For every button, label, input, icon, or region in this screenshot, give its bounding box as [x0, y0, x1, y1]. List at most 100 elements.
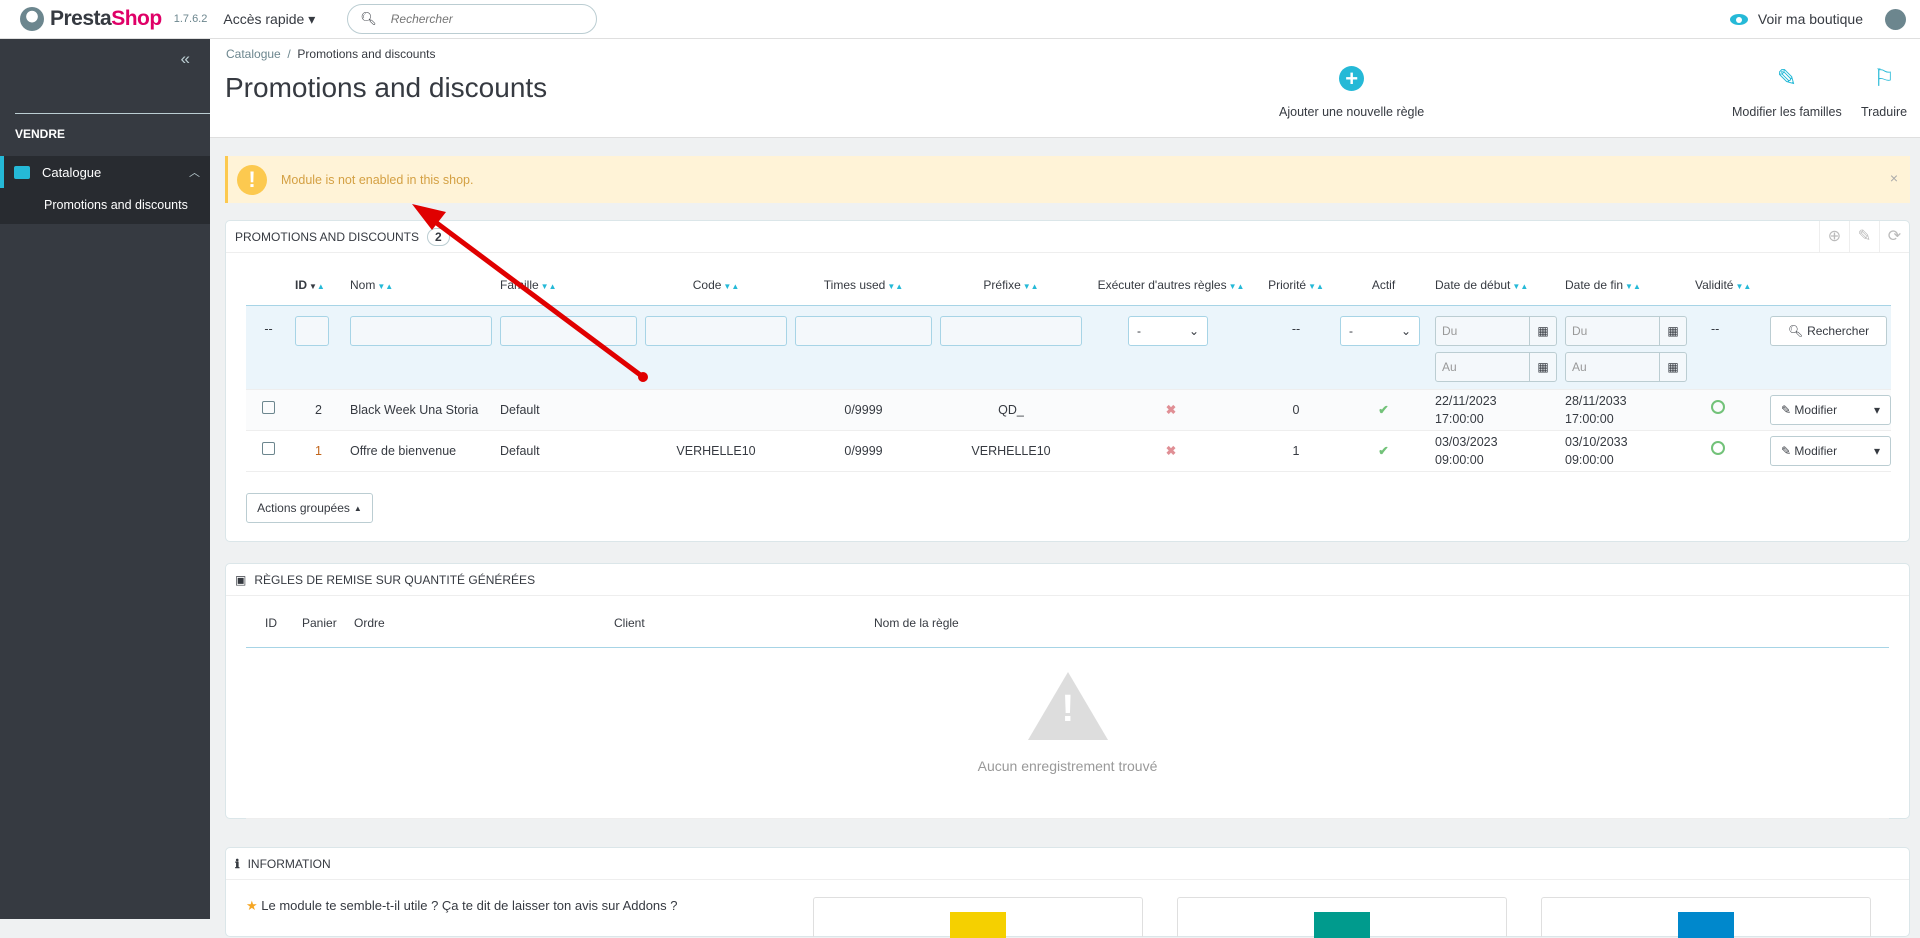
col-priorite[interactable]: Priorité ▼▲	[1256, 265, 1336, 305]
cell-family: Default	[496, 389, 641, 431]
alert-message: Module is not enabled in this shop.	[281, 172, 474, 187]
filter-end-to[interactable]: Au ▦	[1565, 351, 1687, 382]
cross-icon[interactable]: ✖	[1166, 444, 1176, 458]
check-icon[interactable]: ✔	[1378, 403, 1388, 417]
table-row[interactable]: 1 Offre de bienvenue Default VERHELLE10 …	[246, 430, 1891, 472]
col-label: Code	[692, 277, 722, 292]
warning-alert: ! Module is not enabled in this shop. ×	[225, 156, 1910, 203]
search-filter-button[interactable]: 🔍︎ Rechercher	[1770, 315, 1887, 346]
cell-end-date: 28/11/2033	[1565, 393, 1627, 408]
addons-review-text[interactable]: ★ Le module te semble-t-il utile ? Ça te…	[246, 898, 678, 914]
col-times-used[interactable]: Times used ▼▲	[791, 265, 936, 305]
sort-icon[interactable]: ▼▲	[1023, 282, 1039, 291]
col-label: Priorité	[1268, 277, 1307, 292]
row-checkbox[interactable]	[262, 400, 275, 414]
sort-icon[interactable]: ▼▲	[1625, 282, 1641, 291]
edit-families-button[interactable]: ✎ Modifier les familles	[1732, 63, 1842, 120]
cell-start-date: 22/11/2023	[1435, 393, 1497, 408]
bulk-actions-button[interactable]: Actions groupées ▲	[246, 493, 373, 523]
filter-executer-select[interactable]: - ⌄	[1128, 315, 1208, 346]
panel-title: Règles de remise sur quantité générées	[254, 572, 536, 587]
refresh-icon[interactable]: ⟳	[1879, 221, 1909, 253]
sort-icon[interactable]: ▼▲	[1308, 282, 1324, 291]
sidebar-section-vendre: VENDRE	[15, 127, 66, 141]
col-validite[interactable]: Validité ▼▲	[1691, 265, 1766, 305]
sort-icon[interactable]: ▼▲	[723, 282, 739, 291]
col-date-debut[interactable]: Date de début ▼▲	[1431, 265, 1561, 305]
filter-times-used-input[interactable]	[795, 315, 932, 346]
edit-icon[interactable]: ✎	[1849, 221, 1879, 253]
user-avatar-icon[interactable]	[1885, 8, 1906, 30]
filter-end-from[interactable]: Du ▦	[1565, 315, 1687, 346]
search-input[interactable]	[390, 12, 571, 26]
col-id[interactable]: ID ▼▲	[291, 265, 346, 305]
col-famille[interactable]: Famille ▼▲	[496, 265, 641, 305]
review-label: Le module te semble-t-il utile ? Ça te d…	[261, 898, 678, 913]
filter-id-input[interactable]	[295, 315, 329, 346]
filter-famille-input[interactable]	[500, 315, 637, 346]
module-card[interactable]	[1177, 897, 1507, 938]
module-card[interactable]	[1541, 897, 1871, 938]
view-shop-label: Voir ma boutique	[1757, 11, 1863, 27]
row-checkbox[interactable]	[262, 441, 275, 455]
filter-code-input[interactable]	[645, 315, 787, 346]
cross-icon[interactable]: ✖	[1166, 403, 1176, 417]
calendar-icon[interactable]: ▦	[1529, 316, 1556, 345]
quick-access-dropdown[interactable]: Accès rapide ▾	[223, 11, 315, 28]
breadcrumb-catalogue[interactable]: Catalogue	[226, 47, 281, 61]
edit-button[interactable]: ✎ Modifier ▾	[1770, 394, 1891, 425]
breadcrumb-current: Promotions and discounts	[297, 47, 436, 61]
sort-icon[interactable]: ▼▲	[1735, 282, 1751, 291]
sidebar-item-label: Catalogue	[42, 164, 102, 180]
filter-actif-select[interactable]: - ⌄	[1340, 315, 1420, 346]
cell-id: 2	[291, 389, 346, 431]
clock-icon	[1711, 400, 1725, 414]
translate-button[interactable]: ⚐ Traduire	[1861, 63, 1907, 120]
prestashop-logo[interactable]: PrestaShop 1.7.6.2	[20, 7, 207, 31]
add-rule-button[interactable]: + Ajouter une nouvelle règle	[1279, 63, 1424, 119]
col-date-fin[interactable]: Date de fin ▼▲	[1561, 265, 1691, 305]
edit-button[interactable]: ✎ Modifier ▾	[1770, 435, 1891, 466]
col-client: Client	[614, 616, 645, 630]
cell-name: Offre de bienvenue	[346, 430, 496, 472]
table-row[interactable]: 2 Black Week Una Storia Default 0/9999 Q…	[246, 389, 1891, 431]
edit-families-label: Modifier les familles	[1732, 105, 1842, 119]
cell-priority: 1	[1256, 430, 1336, 472]
sidebar-item-catalogue[interactable]: Catalogue ︿	[0, 156, 210, 188]
sort-icon[interactable]: ▼▲	[541, 282, 557, 291]
calendar-icon[interactable]: ▦	[1529, 352, 1556, 381]
col-executer[interactable]: Exécuter d'autres règles ▼▲	[1086, 265, 1256, 305]
sort-icon[interactable]: ▼▲	[309, 282, 325, 291]
add-icon[interactable]: ⊕	[1819, 221, 1849, 253]
cell-family: Default	[496, 430, 641, 472]
sort-icon[interactable]: ▼▲	[1229, 282, 1245, 291]
store-icon	[14, 165, 30, 179]
filter-prefixe-input[interactable]	[940, 315, 1082, 346]
view-shop-link[interactable]: Voir ma boutique	[1729, 11, 1863, 27]
caret-down-icon[interactable]: ▾	[1874, 401, 1880, 419]
col-code[interactable]: Code ▼▲	[641, 265, 791, 305]
col-label: Validité	[1695, 277, 1734, 292]
calendar-icon[interactable]: ▦	[1659, 352, 1686, 381]
filter-start-from[interactable]: Du ▦	[1435, 315, 1557, 346]
sort-icon[interactable]: ▼▲	[377, 282, 393, 291]
check-icon[interactable]: ✔	[1378, 444, 1388, 458]
filter-start-to[interactable]: Au ▦	[1435, 351, 1557, 382]
search-box[interactable]: 🔍︎	[347, 4, 598, 34]
module-card[interactable]	[813, 897, 1143, 938]
filter-nom-input[interactable]	[350, 315, 492, 346]
info-icon: ℹ	[235, 856, 240, 871]
sidebar: « VENDRE Catalogue ︿ Promotions and disco…	[0, 39, 210, 919]
version: 1.7.6.2	[173, 13, 208, 25]
collapse-sidebar-icon[interactable]: «	[181, 49, 190, 69]
close-alert-button[interactable]: ×	[1890, 170, 1898, 186]
col-prefixe[interactable]: Préfixe ▼▲	[936, 265, 1086, 305]
col-nom[interactable]: Nom ▼▲	[346, 265, 496, 305]
sort-icon[interactable]: ▼▲	[887, 282, 903, 291]
cell-end-time: 09:00:00	[1565, 452, 1614, 467]
sort-icon[interactable]: ▼▲	[1512, 282, 1528, 291]
calendar-icon[interactable]: ▦	[1659, 316, 1686, 345]
brand-text: Presta	[50, 7, 112, 30]
sidebar-subitem-promotions[interactable]: Promotions and discounts	[0, 188, 210, 224]
caret-down-icon[interactable]: ▾	[1874, 442, 1880, 460]
